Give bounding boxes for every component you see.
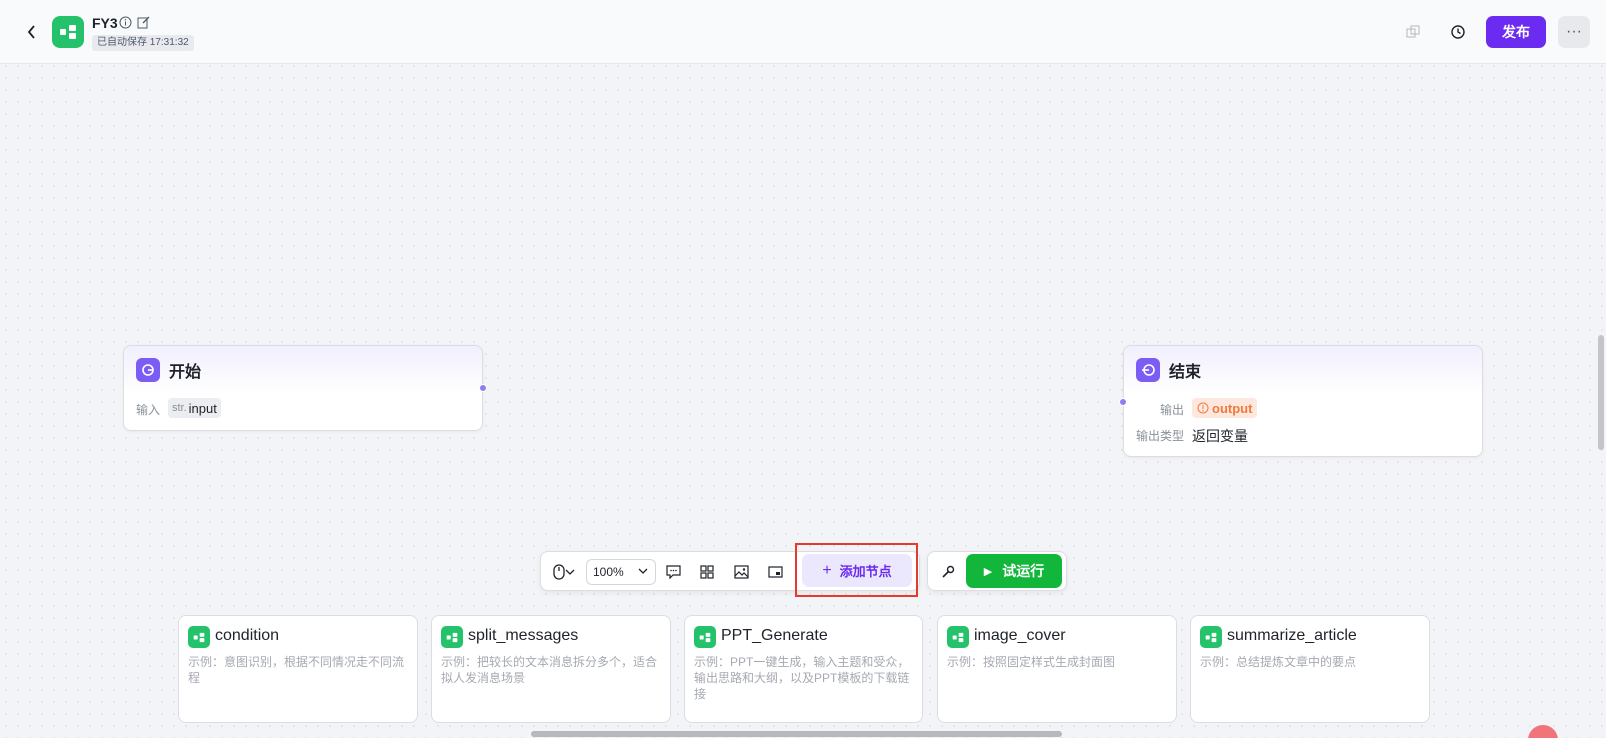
comment-icon[interactable] bbox=[663, 562, 683, 582]
workflow-card-summarize-article[interactable]: summarize_article 示例：总结提炼文章中的要点 bbox=[1190, 615, 1430, 723]
publish-button[interactable]: 发布 bbox=[1486, 16, 1546, 48]
highlight-box bbox=[795, 543, 918, 597]
zoom-select[interactable]: 100% bbox=[586, 559, 656, 585]
card-title: image_cover bbox=[974, 627, 1066, 644]
start-node-header: 开始 bbox=[136, 358, 201, 382]
more-options-button[interactable]: ··· bbox=[1558, 16, 1590, 48]
layout-grid-icon[interactable] bbox=[697, 562, 717, 582]
input-label: 输入 bbox=[136, 403, 161, 417]
card-title: split_messages bbox=[468, 627, 579, 644]
start-output-port[interactable] bbox=[479, 384, 487, 392]
workflow-icon bbox=[188, 626, 210, 648]
card-description: 示例：意图识别，根据不同情况走不同流程 bbox=[188, 655, 405, 685]
workflow-card-split-messages[interactable]: split_messages 示例：把较长的文本消息拆分多个，适合拟人发消息场景 bbox=[431, 615, 671, 723]
card-title: summarize_article bbox=[1227, 627, 1357, 644]
wrench-icon[interactable] bbox=[938, 562, 958, 582]
card-description: 示例：把较长的文本消息拆分多个，适合拟人发消息场景 bbox=[441, 655, 658, 685]
output-label: 输出 bbox=[1160, 403, 1185, 417]
end-node-header: 结束 bbox=[1136, 358, 1201, 382]
image-icon[interactable] bbox=[731, 562, 751, 582]
warning-icon bbox=[1197, 402, 1209, 414]
card-description: 示例：总结提炼文章中的要点 bbox=[1200, 655, 1357, 669]
zoom-value: 100% bbox=[593, 565, 624, 579]
chevron-down-icon[interactable] bbox=[563, 562, 577, 582]
copy-icon[interactable] bbox=[1403, 22, 1423, 42]
end-node[interactable]: 结束 输出 output 输出类型 返回变量 bbox=[1123, 345, 1483, 457]
history-icon[interactable] bbox=[1448, 22, 1468, 42]
autosave-badge: 已自动保存 17:31:32 bbox=[92, 35, 194, 51]
card-title: PPT_Generate bbox=[721, 627, 828, 644]
end-icon bbox=[1136, 358, 1160, 382]
start-icon bbox=[136, 358, 160, 382]
workflow-icon bbox=[1200, 626, 1222, 648]
workflow-title: FY3 bbox=[92, 15, 118, 31]
output-variable-name: output bbox=[1212, 400, 1253, 416]
play-icon: ▶ bbox=[983, 565, 993, 578]
end-node-title: 结束 bbox=[1169, 364, 1202, 381]
top-bar: FY3 已自动保存 17:31:32 发布 ··· bbox=[0, 0, 1606, 64]
card-title: condition bbox=[215, 627, 280, 644]
input-param-tag: str. input bbox=[168, 398, 221, 418]
minimap-icon[interactable] bbox=[765, 562, 785, 582]
back-arrow-icon[interactable] bbox=[22, 22, 42, 42]
output-variable-tag[interactable]: output bbox=[1192, 398, 1258, 418]
workflow-icon bbox=[947, 626, 969, 648]
workflow-icon bbox=[441, 626, 463, 648]
start-node[interactable]: 开始 输入 str. input bbox=[123, 345, 483, 431]
workflow-card-condition[interactable]: condition 示例：意图识别，根据不同情况走不同流程 bbox=[178, 615, 418, 723]
start-node-title: 开始 bbox=[169, 364, 202, 381]
horizontal-scrollbar[interactable] bbox=[531, 731, 1062, 737]
param-name: input bbox=[188, 400, 217, 416]
output-type-label: 输出类型 bbox=[1136, 429, 1185, 443]
info-icon[interactable] bbox=[119, 16, 132, 34]
test-run-button[interactable]: ▶ 试运行 bbox=[966, 554, 1062, 588]
assistant-avatar[interactable] bbox=[1528, 725, 1558, 738]
test-run-label: 试运行 bbox=[1002, 563, 1045, 579]
card-description: 示例：按照固定样式生成封面图 bbox=[947, 655, 1116, 669]
zoom-chevron-icon bbox=[637, 565, 649, 580]
end-input-port[interactable] bbox=[1119, 398, 1127, 406]
card-description: 示例：PPT一键生成，输入主题和受众，输出思路和大纲，以及PPT模板的下载链接 bbox=[694, 655, 910, 701]
workflow-icon bbox=[694, 626, 716, 648]
workflow-card-image-cover[interactable]: image_cover 示例：按照固定样式生成封面图 bbox=[937, 615, 1177, 723]
vertical-scrollbar[interactable] bbox=[1598, 335, 1604, 450]
workflow-card-ppt-generate[interactable]: PPT_Generate 示例：PPT一键生成，输入主题和受众，输出思路和大纲，… bbox=[684, 615, 923, 723]
output-type-value: 返回变量 bbox=[1192, 428, 1248, 444]
workflow-app-icon bbox=[52, 16, 84, 48]
param-type: str. bbox=[172, 402, 187, 414]
edit-icon[interactable] bbox=[137, 16, 150, 34]
